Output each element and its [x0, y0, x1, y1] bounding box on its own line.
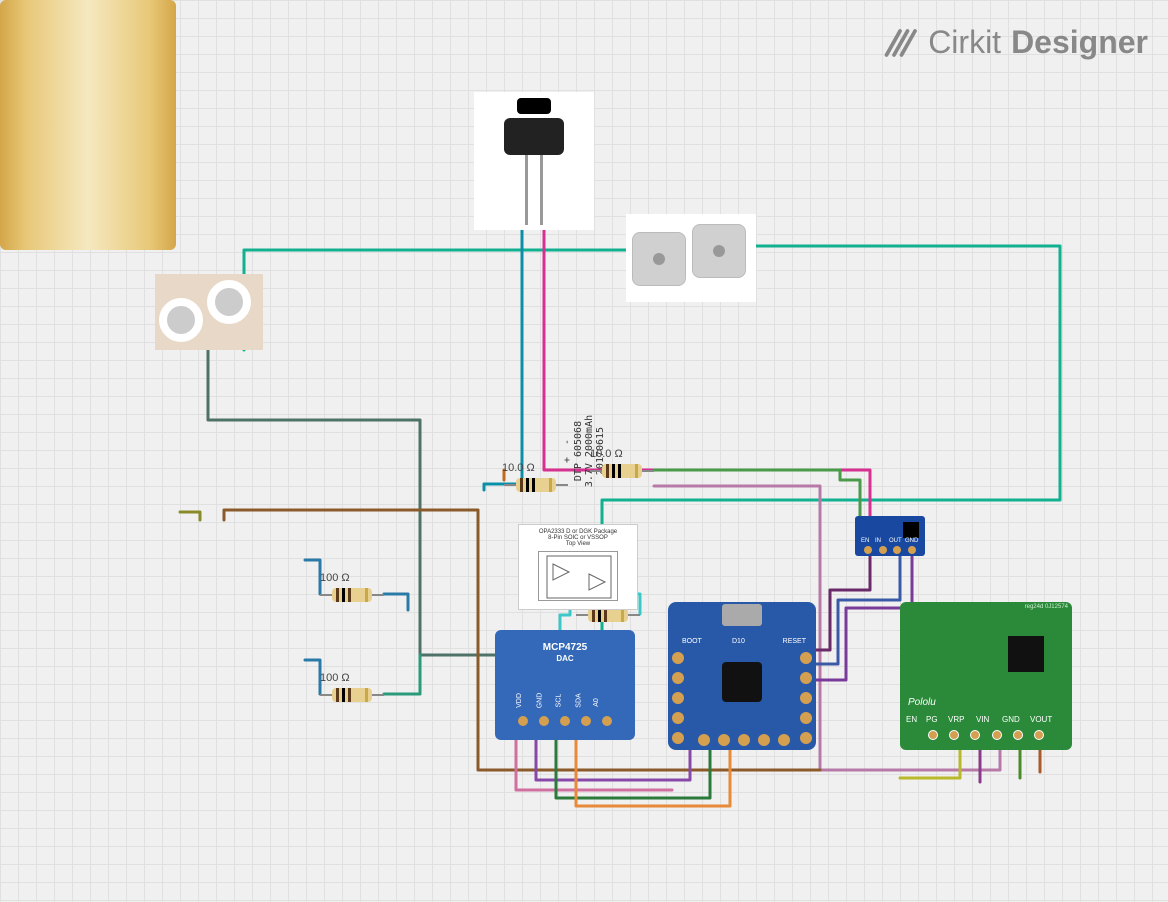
pololu-regulator[interactable]: reg24d 0J12574 Pololu EN PG VRP VIN GND …: [900, 602, 1072, 750]
ldo-pins: [855, 546, 925, 554]
resistor-10ohm-a[interactable]: 10.0 Ω: [504, 478, 568, 492]
mcu-boot-label: BOOT: [682, 638, 702, 645]
mcu-reset-label: RESET: [783, 638, 806, 645]
ldo-regulator-small[interactable]: EN IN OUT GND: [855, 516, 925, 556]
pushbutton[interactable]: [474, 92, 594, 230]
opamp-title: OPA2333 D or DGK Package 8-Pin SOIC or V…: [519, 525, 637, 547]
electrode-pad-left: [632, 232, 686, 286]
pushbutton-legs: [519, 155, 549, 230]
resistor-100ohm-c[interactable]: 100 Ω: [576, 608, 640, 622]
electrode-pads-round[interactable]: [155, 274, 263, 350]
regulator-partno: reg24d 0J12574: [1025, 604, 1068, 610]
lipo-battery[interactable]: + - DTP 605068 3.7V 2000mAh 20170615: [0, 0, 176, 250]
resistor-100ohm-b[interactable]: 100 Ω: [320, 688, 384, 702]
mcu-chip: [722, 662, 762, 702]
resistor-label: 10.0 Ω: [590, 448, 623, 460]
regulator-pin-row: [900, 730, 1072, 740]
resistor-100ohm-a[interactable]: 100 Ω: [320, 588, 384, 602]
dac-mcp4725[interactable]: MCP4725DAC VDD GND SCL SDA A0: [495, 630, 635, 740]
pushbutton-body: [504, 118, 564, 155]
mcu-d10-label: D10: [732, 638, 745, 645]
mcu-board[interactable]: BOOT D10 RESET: [668, 602, 816, 750]
electrode-pad-right: [692, 224, 746, 278]
resistor-label: 10.0 Ω: [502, 462, 535, 474]
resistor-label: 100 Ω: [320, 572, 350, 584]
pushbutton-cap: [517, 98, 551, 114]
ldo-chip: [903, 522, 919, 538]
regulator-chip: [1008, 636, 1044, 672]
regulator-brand: Pololu: [908, 697, 936, 708]
circuit-canvas[interactable]: + - DTP 605068 3.7V 2000mAh 20170615 10.…: [0, 0, 1168, 902]
resistor-10ohm-b[interactable]: 10.0 Ω: [590, 464, 654, 478]
opamp-opa2333[interactable]: OPA2333 D or DGK Package 8-Pin SOIC or V…: [518, 524, 638, 610]
electrode-ring-right: [207, 280, 251, 324]
electrode-ring-left: [159, 298, 203, 342]
electrode-pads-square[interactable]: [626, 214, 756, 302]
dac-pin-row: [495, 716, 635, 726]
dac-name: MCP4725DAC: [495, 630, 635, 664]
resistor-label: 100 Ω: [320, 672, 350, 684]
opamp-pinout: [538, 551, 618, 601]
usb-c-port: [722, 604, 762, 626]
